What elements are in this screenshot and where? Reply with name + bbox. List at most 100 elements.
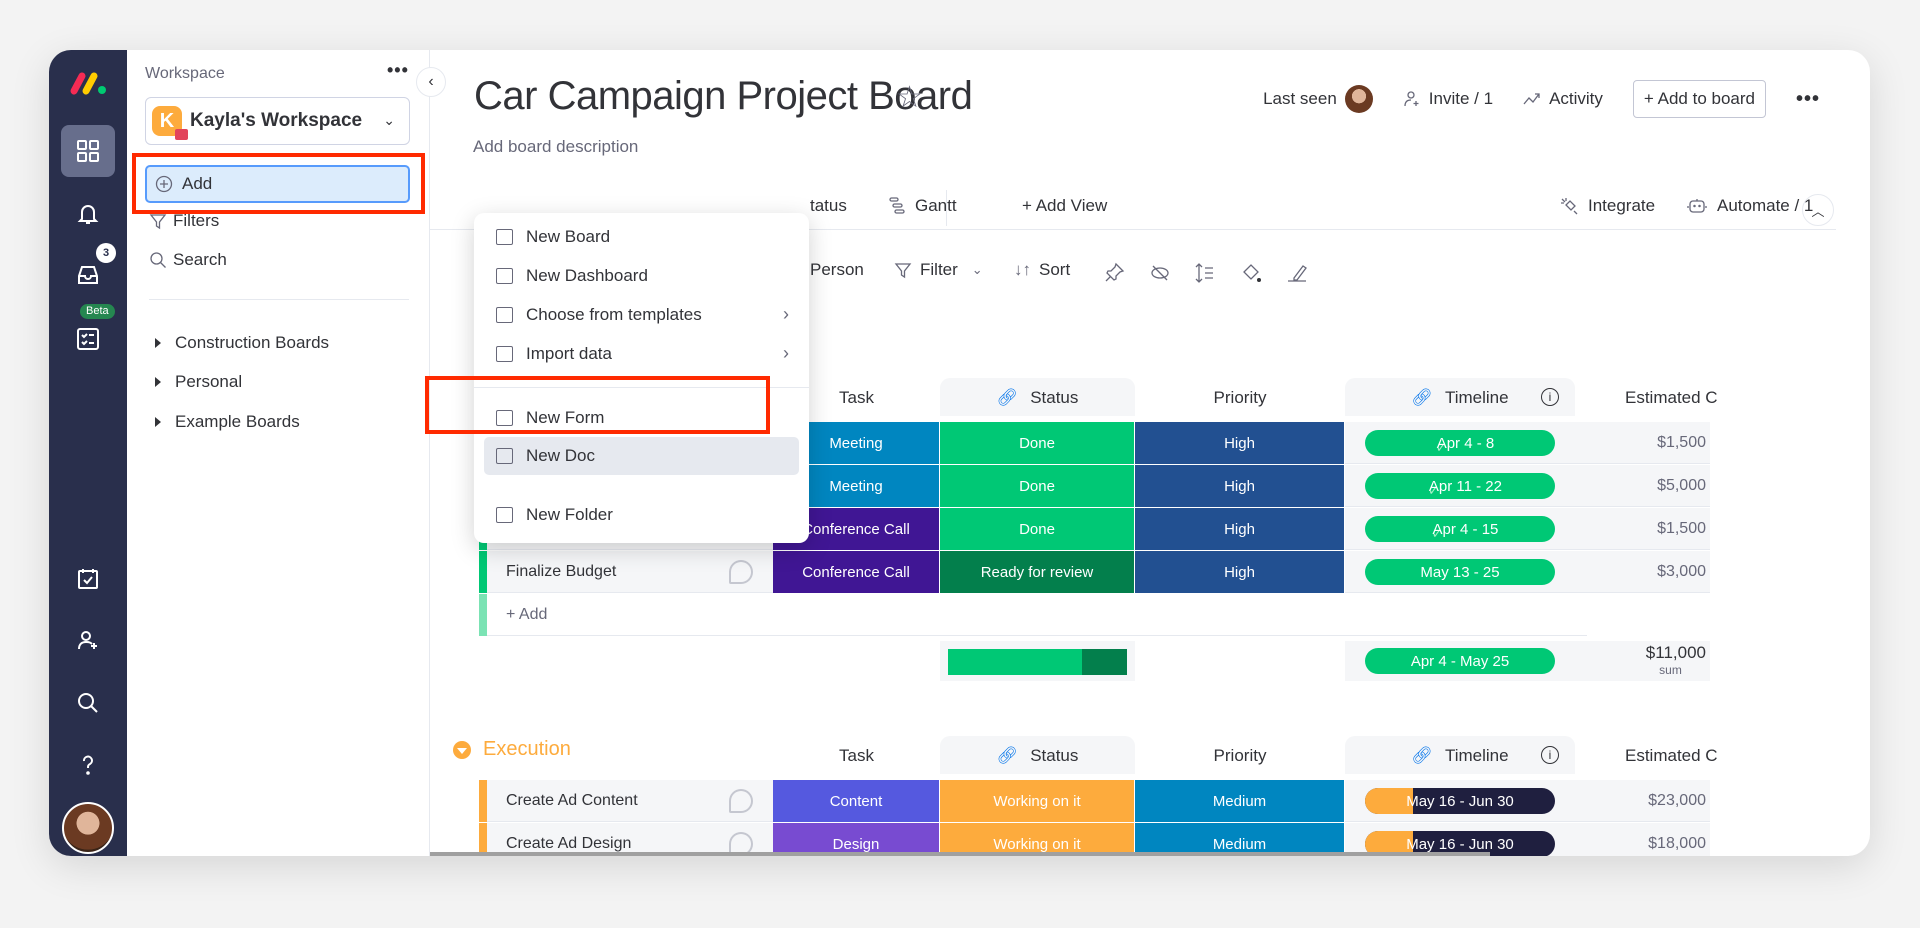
status-cell[interactable]: Working on it [940,780,1135,822]
menu-item-import-data[interactable]: Import data › [474,335,809,373]
search-button[interactable]: Search [149,250,227,270]
table-row[interactable]: Finalize Budget Conference Call Ready for … [430,551,1870,593]
automate-button[interactable]: Automate / 1 [1687,196,1813,216]
menu-item-choose-from-templates[interactable]: Choose from templates › [474,296,809,334]
row-height-icon[interactable] [1194,262,1216,284]
sort-button[interactable]: ↓↑ Sort [1014,260,1070,280]
board-description[interactable]: Add board description [473,137,638,157]
notifications-button[interactable] [61,188,115,240]
add-view-button[interactable]: + Add View [1022,196,1107,216]
estimated-cost-cell[interactable]: $1,500 [1575,508,1710,550]
timeline-pill[interactable]: May 16 - Jun 30 [1365,788,1555,814]
filters-button[interactable]: Filters [149,211,219,231]
filter-button[interactable]: Filter ⌄ [894,260,983,280]
horizontal-scrollbar[interactable] [430,852,1490,856]
edit-icon[interactable] [1286,262,1308,284]
last-seen[interactable]: Last seen [1263,85,1373,113]
hide-icon[interactable] [1149,262,1171,284]
info-icon[interactable]: i [1541,388,1559,406]
status-cell[interactable]: Done [940,465,1135,507]
invite-button[interactable]: Invite / 1 [1403,89,1493,109]
color-fill-icon[interactable] [1240,262,1262,284]
item-name-cell[interactable]: Finalize Budget [487,551,773,593]
help-button[interactable] [61,739,115,791]
column-header-task[interactable]: Task [773,746,940,766]
priority-cell[interactable]: High [1135,508,1345,550]
column-header-priority[interactable]: Priority [1135,746,1345,766]
timeline-cell[interactable]: May 16 - Jun 30 [1345,780,1575,822]
pin-icon[interactable] [1103,262,1125,284]
comment-bubble-icon[interactable] [729,560,753,584]
column-header-status[interactable]: 🔗︎ Status [940,388,1135,408]
add-item-row[interactable]: + Add [487,594,1587,636]
folder-personal[interactable]: Personal [155,372,242,392]
calendar-button[interactable] [61,553,115,605]
timeline-pill[interactable]: May 13 - 25 [1365,559,1555,585]
menu-item-new-doc[interactable]: New Doc [484,437,799,475]
workspace-more-button[interactable]: ••• [387,60,409,81]
task-cell[interactable]: Content [773,780,940,822]
activity-button[interactable]: Activity [1523,89,1603,109]
tab-status[interactable]: tatus [810,196,847,216]
timeline-pill[interactable]: ✓ Apr 4 - 15 [1365,516,1555,542]
menu-item-new-board[interactable]: New Board [474,218,809,256]
estimated-cost-cell[interactable]: $18,000 [1575,823,1710,856]
timeline-label: May 16 - Jun 30 [1406,792,1514,810]
timeline-cell[interactable]: ✓ Apr 11 - 22 [1345,465,1575,507]
status-summary-segment[interactable] [1082,649,1127,675]
folder-example-boards[interactable]: Example Boards [155,412,300,432]
activity-icon [1523,93,1540,105]
estimated-cost-cell[interactable]: $1,500 [1575,422,1710,464]
priority-cell[interactable]: High [1135,551,1345,593]
status-cell[interactable]: Done [940,422,1135,464]
collapse-header-button[interactable]: ︿ [1802,194,1834,226]
comment-bubble-icon[interactable] [729,789,753,813]
estimated-cost-cell[interactable]: $3,000 [1575,551,1710,593]
priority-cell[interactable]: High [1135,465,1345,507]
board-more-button[interactable]: ••• [1796,88,1820,111]
status-cell[interactable]: Ready for review [940,551,1135,593]
timeline-cell[interactable]: ✓ Apr 4 - 8 [1345,422,1575,464]
add-to-board-button[interactable]: + Add to board [1632,80,1766,118]
user-avatar[interactable] [62,802,114,854]
folder-construction-boards[interactable]: Construction Boards [155,333,329,353]
estimated-cost-cell[interactable]: $5,000 [1575,465,1710,507]
workspace-nav-button[interactable] [61,125,115,177]
table-row[interactable]: Create Ad Content Content Working on it Med… [430,780,1870,822]
item-name-cell[interactable]: Create Ad Content [487,780,773,822]
add-button[interactable]: Add [145,165,410,203]
integrate-button[interactable]: Integrate [1560,196,1655,216]
person-filter-button[interactable]: Person [810,260,864,280]
timeline-cell[interactable]: ✓ Apr 4 - 15 [1345,508,1575,550]
my-work-button[interactable] [61,313,115,365]
timeline-cell[interactable]: May 13 - 25 [1345,551,1575,593]
status-cell[interactable]: Done [940,508,1135,550]
column-header-est[interactable]: Estimated C [1575,388,1820,408]
collapse-panel-button[interactable]: ‹ [416,67,446,97]
monday-logo-icon[interactable] [69,70,109,96]
column-header-est[interactable]: Estimated C [1575,746,1820,766]
priority-cell[interactable]: Medium [1135,780,1345,822]
timeline-summary-pill[interactable]: Apr 4 - May 25 [1365,648,1555,674]
star-icon[interactable]: ☆ [896,80,923,115]
timeline-pill[interactable]: ✓ Apr 11 - 22 [1365,473,1555,499]
invite-members-button[interactable] [61,615,115,667]
column-header-timeline[interactable]: 🔗︎ Timeline i [1345,388,1575,408]
status-summary-segment[interactable] [948,649,1083,675]
task-cell[interactable]: Conference Call [773,551,940,593]
menu-item-new-dashboard[interactable]: New Dashboard [474,257,809,295]
column-header-status[interactable]: 🔗︎ Status [940,746,1135,766]
column-header-priority[interactable]: Priority [1135,388,1345,408]
column-header-timeline[interactable]: 🔗︎ Timeline i [1345,746,1575,766]
group-title[interactable]: Execution [453,738,571,761]
search-nav-button[interactable] [61,677,115,729]
menu-item-new-form[interactable]: New Form [474,399,809,437]
chevron-down-icon[interactable]: ⌄ [972,262,983,278]
menu-item-new-folder[interactable]: New Folder [474,496,809,534]
timeline-pill[interactable]: ✓ Apr 4 - 8 [1365,430,1555,456]
workspace-selector[interactable]: K Kayla's Workspace ⌄ [145,97,410,145]
estimated-cost-cell[interactable]: $23,000 [1575,780,1710,822]
group-collapse-icon[interactable] [453,740,471,759]
priority-cell[interactable]: High [1135,422,1345,464]
info-icon[interactable]: i [1541,746,1559,764]
